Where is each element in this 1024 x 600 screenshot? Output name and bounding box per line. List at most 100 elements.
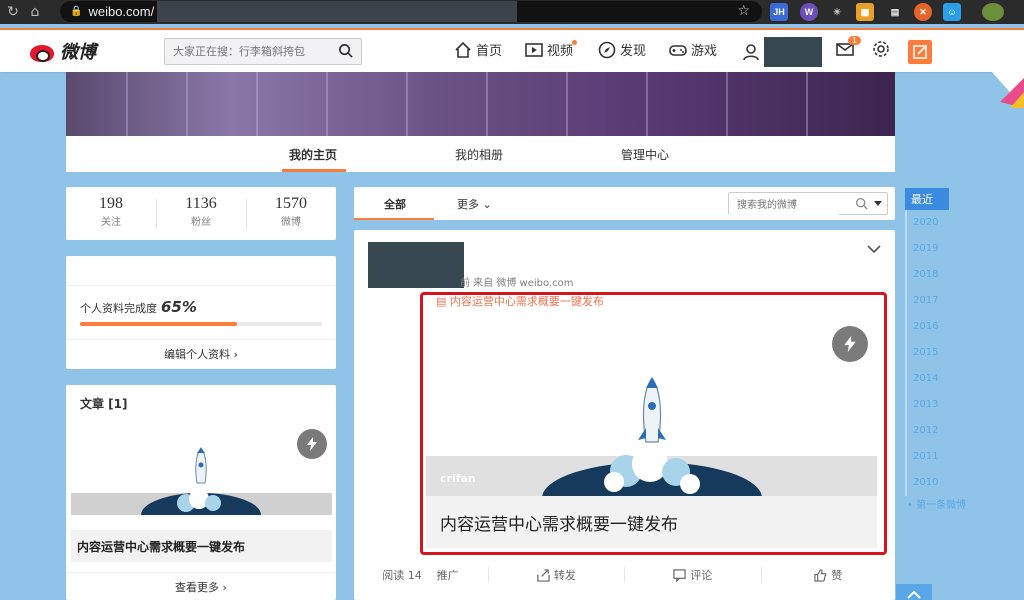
- extension-orange-icon[interactable]: ▦: [856, 3, 874, 21]
- timeline-year[interactable]: 2018: [905, 262, 975, 288]
- tab-my-home[interactable]: 我的主页: [289, 146, 337, 163]
- chevron-down-icon[interactable]: [867, 244, 881, 254]
- extension-face-icon[interactable]: ☺: [943, 3, 961, 21]
- stat-posts-count: 1570: [275, 195, 307, 212]
- extension-jh-icon[interactable]: JH: [770, 3, 788, 21]
- timeline-year[interactable]: 2011: [905, 444, 975, 470]
- redacted-author: [368, 242, 464, 288]
- year-timeline: 最近 2020 2019 2018 2017 2016 2015 2014 20…: [905, 188, 975, 511]
- nav-home-label: 首页: [476, 44, 503, 59]
- article-card-title[interactable]: 内容运营中心需求概要一键发布: [71, 530, 332, 562]
- logo-text: 微博: [60, 42, 96, 63]
- new-dot: [572, 40, 578, 45]
- search-icon[interactable]: [855, 197, 868, 210]
- promote-button[interactable]: 推广: [428, 567, 468, 583]
- timeline-year[interactable]: 2012: [905, 418, 975, 444]
- stat-following[interactable]: 198 关注: [66, 187, 156, 240]
- gear-icon: [873, 41, 889, 57]
- like-label: 赞: [831, 569, 843, 582]
- timeline-first-post[interactable]: • 第一条微博: [905, 496, 975, 511]
- timeline-year[interactable]: 2019: [905, 236, 975, 262]
- completion-progress-fill: [80, 322, 238, 326]
- user-menu[interactable]: [742, 37, 822, 67]
- tab-my-album[interactable]: 我的相册: [455, 146, 503, 163]
- messages-button[interactable]: 1: [836, 36, 862, 62]
- article-card-title: 内容运营中心需求概要一键发布: [440, 515, 678, 535]
- video-icon: [525, 42, 543, 57]
- settings-button[interactable]: [872, 40, 890, 62]
- extension-w-icon[interactable]: W: [800, 3, 818, 21]
- profile-avatar-icon[interactable]: [982, 3, 1004, 21]
- rocket-illustration: [426, 376, 877, 496]
- watermark-text: crifan: [440, 472, 476, 485]
- stat-posts[interactable]: 1570 微博: [246, 187, 336, 240]
- comment-label: 评论: [690, 569, 713, 582]
- read-count: 阅读 14: [382, 569, 422, 582]
- article-card-image: crifan: [426, 316, 877, 496]
- feed-tab-all[interactable]: 全部: [384, 196, 406, 212]
- feed-tab-underline: [354, 218, 434, 220]
- feed-tab-more[interactable]: 更多 ⌄: [457, 196, 492, 212]
- timeline-year[interactable]: 2020: [905, 210, 975, 236]
- corner-decoration: [992, 72, 1024, 108]
- stats-card: 198 关注 1136 粉丝 1570 微博: [66, 187, 336, 240]
- feed-search: [728, 192, 888, 216]
- like-button[interactable]: 赞: [762, 567, 895, 583]
- timeline-year[interactable]: 2013: [905, 392, 975, 418]
- search-icon[interactable]: [338, 43, 353, 58]
- nav-discover[interactable]: 发现: [598, 40, 646, 59]
- url-text: weibo.com/: [88, 4, 155, 19]
- stat-followers-count: 1136: [185, 195, 217, 212]
- scroll-to-top-button[interactable]: [896, 584, 932, 600]
- compose-button[interactable]: [908, 40, 932, 64]
- repost-button[interactable]: 转发: [489, 567, 624, 583]
- nav-games[interactable]: 游戏: [669, 40, 717, 59]
- completion-value: 65%: [161, 298, 197, 316]
- articles-card: 文章 [1] 内容运营中心需求概要一键发布 查看更多 ›: [66, 385, 336, 600]
- reload-icon[interactable]: ↻: [4, 4, 22, 20]
- active-tab-underline: [282, 169, 346, 172]
- stat-posts-label: 微博: [281, 217, 301, 228]
- comment-button[interactable]: 评论: [625, 567, 760, 583]
- view-more-link[interactable]: 查看更多 ›: [66, 572, 336, 595]
- tab-management[interactable]: 管理中心: [621, 146, 669, 163]
- home-icon[interactable]: ⌂: [26, 4, 44, 20]
- timeline-year[interactable]: 2015: [905, 340, 975, 366]
- pencil-icon: [913, 45, 927, 59]
- extension-qr-icon[interactable]: ▤: [886, 3, 904, 21]
- feed-search-input[interactable]: [729, 195, 839, 216]
- timeline-year[interactable]: 2010: [905, 470, 975, 496]
- timeline-recent[interactable]: 最近: [905, 188, 949, 210]
- gamepad-icon: [669, 44, 687, 56]
- bookmark-star-icon[interactable]: ☆: [737, 3, 750, 19]
- redacted-block: [157, 1, 517, 22]
- browser-toolbar: ↻ ⌂ 🔒 weibo.com/ ☆ JH W ☀ ▦ ▤ ✕ ☺: [0, 0, 1024, 24]
- user-icon: [743, 44, 759, 61]
- nav-discover-label: 发现: [620, 44, 647, 59]
- article-thumbnail[interactable]: [71, 423, 332, 515]
- cover-image: [66, 72, 895, 136]
- edit-profile-link[interactable]: 编辑个人资料 ›: [66, 339, 336, 369]
- bolt-icon: [832, 326, 868, 362]
- stat-followers[interactable]: 1136 粉丝: [156, 187, 246, 240]
- post-action-bar: 阅读 14 推广 转发 评论 赞: [354, 558, 895, 592]
- stat-followers-label: 粉丝: [191, 217, 211, 228]
- profile-blank-row: [66, 256, 336, 286]
- repost-label: 转发: [553, 569, 576, 582]
- nav-video[interactable]: 视频: [525, 40, 578, 59]
- extension-block-icon[interactable]: ✕: [914, 3, 932, 21]
- address-bar[interactable]: 🔒 weibo.com/ ☆: [60, 1, 762, 22]
- global-search-input[interactable]: [165, 39, 325, 64]
- nav-home[interactable]: 首页: [454, 40, 502, 59]
- home-icon: [455, 41, 471, 58]
- timeline-year[interactable]: 2016: [905, 314, 975, 340]
- arrow-up-icon: [907, 590, 921, 599]
- weibo-logo[interactable]: 微博: [28, 38, 96, 64]
- article-card[interactable]: crifan 内容运营中心需求概要一键发布: [426, 316, 877, 548]
- nav-video-label: 视频: [547, 44, 574, 59]
- profile-tab-bar: 我的主页 我的相册 管理中心: [66, 136, 895, 172]
- dropdown-caret-icon[interactable]: [874, 201, 882, 207]
- extension-react-icon[interactable]: ☀: [828, 3, 846, 21]
- timeline-year[interactable]: 2014: [905, 366, 975, 392]
- timeline-year[interactable]: 2017: [905, 288, 975, 314]
